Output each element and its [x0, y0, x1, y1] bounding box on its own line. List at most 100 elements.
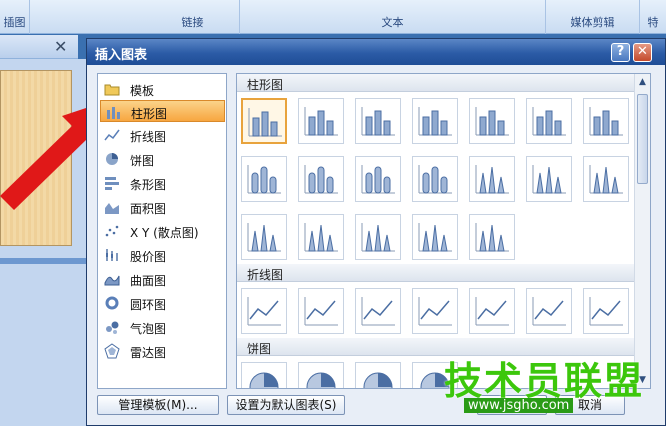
section-label: 折线图: [247, 268, 284, 282]
chart-type-pie[interactable]: 饼图: [100, 148, 225, 170]
area-chart-icon: [105, 203, 119, 214]
cone-chart-glyph-icon: [475, 165, 509, 194]
chart-type-area[interactable]: 面积图: [100, 196, 225, 218]
cone-chart-glyph-icon: [589, 165, 623, 194]
cylinder-chart-thumbnail[interactable]: [412, 156, 458, 202]
column-chart-thumbnail[interactable]: [412, 98, 458, 144]
chart-type-label: 气泡图: [130, 322, 167, 336]
section-header-column: 柱形图: [237, 74, 635, 92]
cylinder-chart-thumbnail[interactable]: [298, 156, 344, 202]
column-chart-thumbnail[interactable]: [526, 98, 572, 144]
line-chart-glyph-icon: [418, 297, 452, 326]
chart-type-column[interactable]: 柱形图: [100, 100, 225, 122]
cylinder-chart-glyph-icon: [247, 165, 281, 194]
chart-type-label: 条形图: [130, 178, 167, 192]
chart-type-label: 模板: [130, 84, 155, 98]
line-chart-glyph-icon: [304, 297, 338, 326]
column-chart-glyph-icon: [475, 107, 509, 136]
close-button[interactable]: ✕: [633, 43, 652, 62]
cone-chart-thumbnail[interactable]: [412, 214, 458, 260]
ribbon-group-illustrations[interactable]: 插图: [0, 0, 30, 34]
chart-type-label: 圆环图: [130, 298, 167, 312]
cone-chart-glyph-icon: [475, 223, 509, 252]
cylinder-chart-thumbnail[interactable]: [241, 156, 287, 202]
column-chart-glyph-icon: [589, 107, 623, 136]
pie-chart-icon: [106, 153, 118, 165]
line-chart-glyph-icon: [247, 297, 281, 326]
column-chart-glyph-icon: [304, 107, 338, 136]
cone-chart-thumbnail[interactable]: [355, 214, 401, 260]
cone-chart-thumbnail[interactable]: [526, 156, 572, 202]
chart-gallery: 柱形图 折线图 饼图 ▲ ▼: [236, 73, 651, 389]
column-chart-thumbnail[interactable]: [298, 98, 344, 144]
column-chart-thumbnail[interactable]: [469, 98, 515, 144]
watermark-title: 技术员联盟: [444, 359, 645, 403]
gallery-scrollbar[interactable]: ▲ ▼: [634, 74, 650, 388]
chart-type-surface[interactable]: 曲面图: [100, 268, 225, 290]
bubble-chart-icon: [106, 321, 119, 334]
chart-type-stock[interactable]: 股价图: [100, 244, 225, 266]
scatter-chart-icon: [105, 225, 119, 237]
pie-chart-thumbnail[interactable]: [241, 362, 287, 388]
doughnut-chart-icon: [105, 296, 119, 310]
chart-type-list: 模板 柱形图 折线图 饼图 条形图 面积图 X Y (散点图) 股价图 曲面图 …: [97, 73, 227, 389]
ribbon-group-label: 插图: [3, 16, 26, 29]
ribbon-group-media[interactable]: 媒体剪辑: [546, 0, 640, 34]
cylinder-chart-glyph-icon: [304, 165, 338, 194]
line-chart-thumbnail[interactable]: [355, 288, 401, 334]
line-chart-thumbnail[interactable]: [298, 288, 344, 334]
line-chart-thumbnail[interactable]: [412, 288, 458, 334]
cylinder-chart-glyph-icon: [418, 165, 452, 194]
chart-type-line[interactable]: 折线图: [100, 124, 225, 146]
chart-type-label: 柱形图: [131, 107, 168, 121]
cone-chart-thumbnail[interactable]: [469, 156, 515, 202]
scrollbar-thumb[interactable]: [637, 94, 648, 184]
line-chart-glyph-icon: [361, 297, 395, 326]
ribbon-group-label: 媒体剪辑: [570, 16, 615, 29]
site-watermark: 技术员联盟 www.jsgho.com: [440, 350, 666, 426]
chart-type-radar[interactable]: 雷达图: [100, 340, 225, 362]
line-chart-glyph-icon: [475, 297, 509, 326]
line-chart-thumbnail[interactable]: [583, 288, 629, 334]
pie-chart-thumbnail[interactable]: [355, 362, 401, 388]
slides-pane-tabs: ✕: [0, 35, 78, 59]
pane-close-icon[interactable]: ✕: [54, 37, 67, 56]
cone-chart-thumbnail[interactable]: [583, 156, 629, 202]
column-chart-glyph-icon: [532, 107, 566, 136]
cone-chart-glyph-icon: [418, 223, 452, 252]
chart-type-doughnut[interactable]: 圆环图: [100, 292, 225, 314]
chart-type-bar[interactable]: 条形图: [100, 172, 225, 194]
cylinder-chart-thumbnail[interactable]: [355, 156, 401, 202]
chart-type-label: 饼图: [130, 154, 155, 168]
chart-type-templates[interactable]: 模板: [100, 78, 225, 100]
set-default-chart-button[interactable]: 设置为默认图表(S): [227, 395, 345, 415]
chart-type-label: X Y (散点图): [130, 226, 199, 240]
ribbon-group-special[interactable]: 特: [640, 0, 666, 34]
column-chart-thumbnail[interactable]: [355, 98, 401, 144]
line-chart-thumbnail[interactable]: [526, 288, 572, 334]
help-button[interactable]: ?: [611, 43, 630, 62]
column-chart-icon: [107, 107, 120, 119]
chart-type-bubble[interactable]: 气泡图: [100, 316, 225, 338]
cone-chart-thumbnail[interactable]: [469, 214, 515, 260]
chart-type-label: 曲面图: [130, 274, 167, 288]
ribbon-group-links[interactable]: 链接: [146, 0, 240, 34]
manage-templates-button[interactable]: 管理模板(M)...: [97, 395, 219, 415]
pie-chart-thumbnail[interactable]: [298, 362, 344, 388]
scroll-up-icon[interactable]: ▲: [635, 74, 650, 90]
line-chart-thumbnail[interactable]: [469, 288, 515, 334]
cone-chart-glyph-icon: [361, 223, 395, 252]
pie-chart-glyph-icon: [249, 372, 279, 388]
line-chart-icon: [104, 129, 120, 141]
column-chart-thumbnail[interactable]: [241, 98, 287, 144]
cone-chart-thumbnail[interactable]: [241, 214, 287, 260]
cone-chart-thumbnail[interactable]: [298, 214, 344, 260]
ribbon-group-label: 文本: [381, 16, 404, 29]
line-chart-glyph-icon: [532, 297, 566, 326]
dialog-titlebar[interactable]: 插入图表 ? ✕: [87, 39, 665, 65]
ribbon-group-text[interactable]: 文本: [240, 0, 546, 34]
column-chart-thumbnail[interactable]: [583, 98, 629, 144]
line-chart-thumbnail[interactable]: [241, 288, 287, 334]
surface-chart-icon: [104, 275, 120, 286]
chart-type-scatter[interactable]: X Y (散点图): [100, 220, 225, 242]
